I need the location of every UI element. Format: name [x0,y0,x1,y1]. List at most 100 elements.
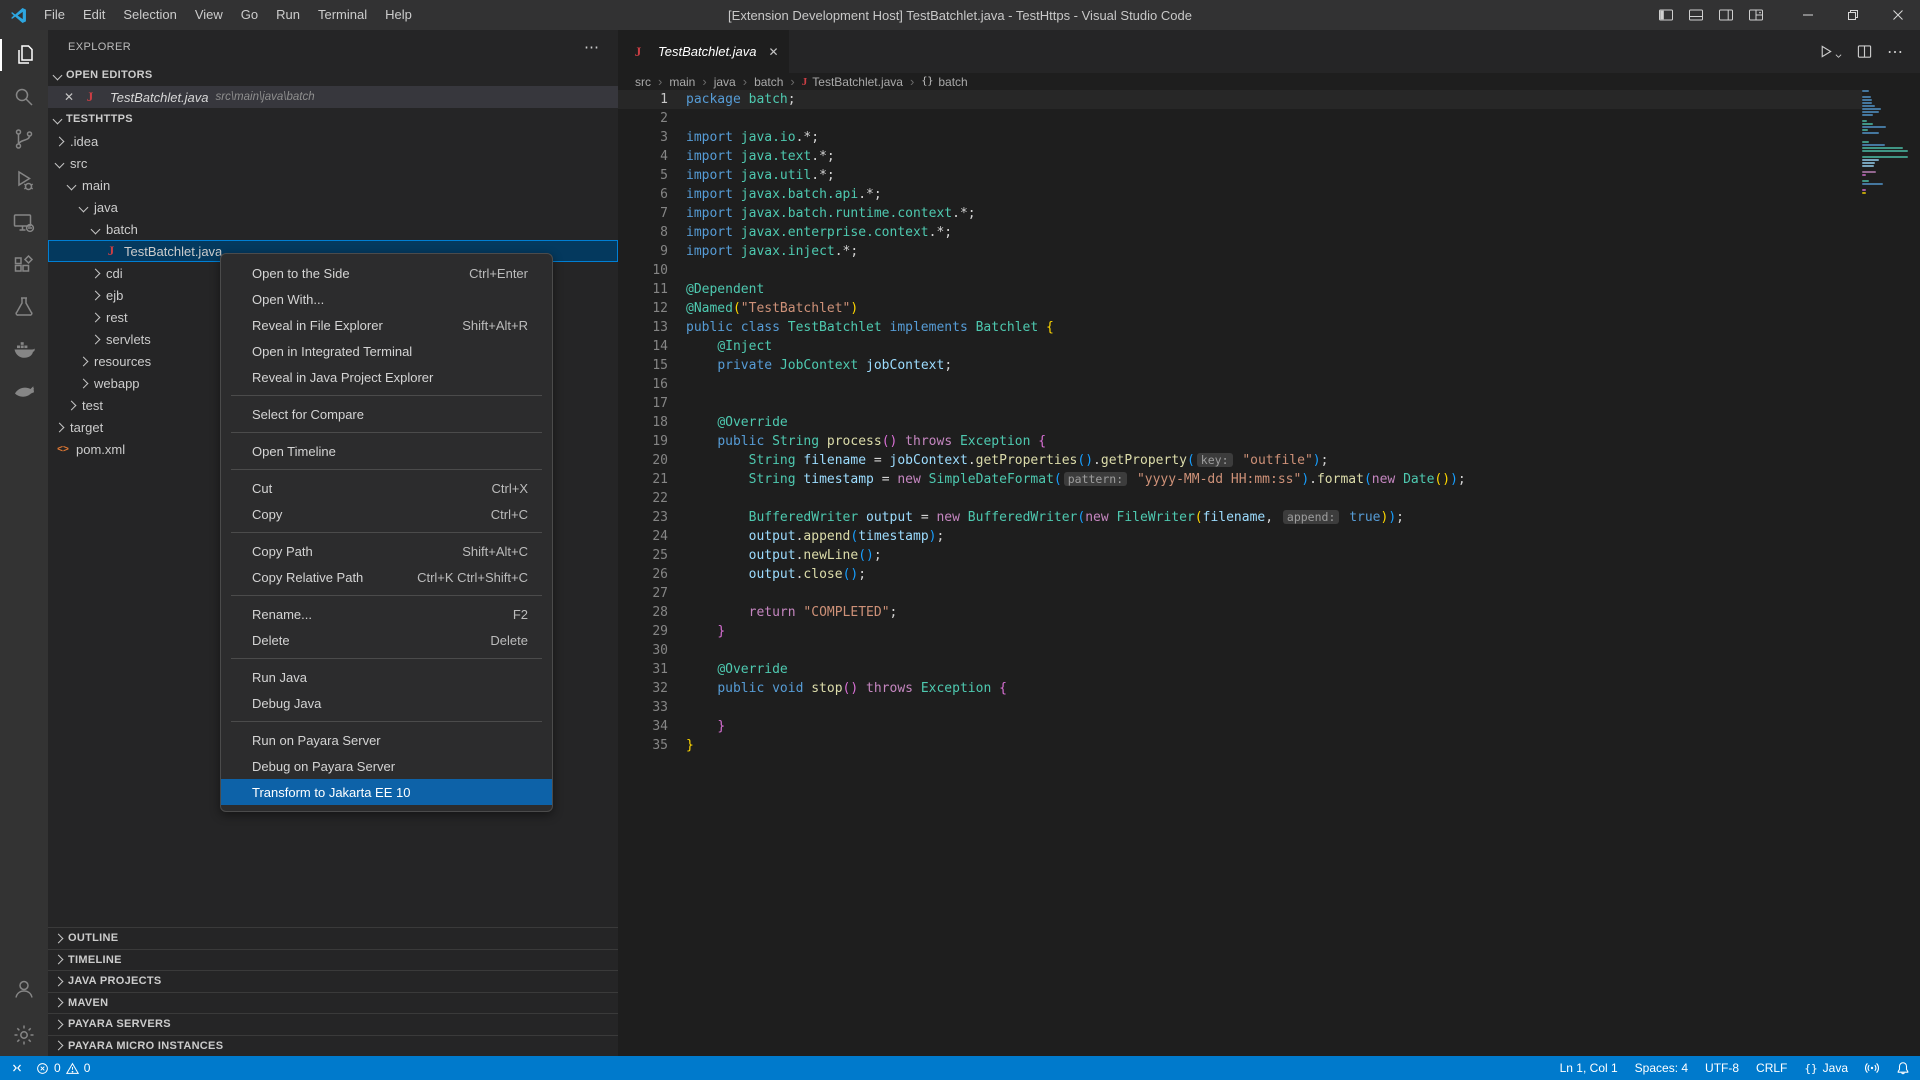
split-editor-icon[interactable] [1857,44,1872,59]
status-broadcast[interactable] [1865,1061,1879,1075]
chevron-right-icon [91,334,101,344]
settings-icon[interactable] [0,1014,48,1056]
java-file-icon: J [631,44,645,60]
context-menu-item-cut[interactable]: CutCtrl+X [221,475,552,501]
close-tab-icon[interactable]: ✕ [769,45,779,59]
breadcrumb-item[interactable]: src [635,75,651,89]
menu-terminal[interactable]: Terminal [309,0,376,30]
close-editor-icon[interactable]: ✕ [62,90,76,104]
breadcrumb-item[interactable]: {}batch [921,75,967,89]
toggle-secondary-sidebar-icon[interactable] [1714,0,1738,30]
context-menu-item-copy-path[interactable]: Copy PathShift+Alt+C [221,538,552,564]
section-timeline[interactable]: TIMELINE [48,949,618,971]
remote-explorer-icon[interactable] [0,202,48,244]
context-menu-item-select-for-compare[interactable]: Select for Compare [221,401,552,427]
menu-run[interactable]: Run [267,0,309,30]
remote-indicator-icon[interactable] [10,1061,24,1075]
context-menu-item-run-on-payara-server[interactable]: Run on Payara Server [221,727,552,753]
more-actions-icon[interactable]: ⋯ [1887,42,1904,62]
context-menu-item-copy-relative-path[interactable]: Copy Relative PathCtrl+K Ctrl+Shift+C [221,564,552,590]
minimap[interactable] [1862,90,1908,195]
accounts-icon[interactable] [0,968,48,1010]
section-java-projects[interactable]: JAVA PROJECTS [48,970,618,992]
context-menu-item-open-timeline[interactable]: Open Timeline [221,438,552,464]
chevron-right-icon [54,933,64,943]
run-button[interactable] [1818,44,1842,59]
menu-item-label: Debug Java [252,696,321,711]
status-label: Java [1823,1061,1848,1075]
status-eol[interactable]: CRLF [1756,1061,1787,1075]
context-menu-item-run-java[interactable]: Run Java [221,664,552,690]
restore-button[interactable] [1830,0,1875,30]
status-language[interactable]: {}Java [1804,1061,1848,1075]
docker-icon[interactable] [0,328,48,370]
payara-icon[interactable] [0,370,48,412]
tree-item-.idea[interactable]: .idea [48,130,618,152]
code-text [668,489,686,508]
code-text: @Dependent [668,280,764,299]
context-menu-item-open-in-integrated-terminal[interactable]: Open in Integrated Terminal [221,338,552,364]
open-editor-item[interactable]: ✕ J TestBatchlet.java src\main\java\batc… [48,86,618,108]
status-notifications[interactable] [1896,1061,1910,1075]
context-menu-item-transform-to-jakarta-ee-10[interactable]: Transform to Jakarta EE 10 [221,779,552,805]
breadcrumb-item[interactable]: main [669,75,695,89]
section-outline[interactable]: OUTLINE [48,927,618,949]
context-menu-item-copy[interactable]: CopyCtrl+C [221,501,552,527]
tree-item-java[interactable]: java [48,196,618,218]
problems-indicator[interactable]: 0 0 [36,1061,90,1075]
status-encoding[interactable]: UTF-8 [1705,1061,1739,1075]
project-root-header[interactable]: TESTHTTPS [48,108,618,130]
context-menu-item-reveal-in-java-project-explorer[interactable]: Reveal in Java Project Explorer [221,364,552,390]
tree-item-batch[interactable]: batch [48,218,618,240]
line-number: 7 [618,204,668,223]
menu-selection[interactable]: Selection [114,0,185,30]
menu-edit[interactable]: Edit [74,0,114,30]
tab-testbatchlet[interactable]: J TestBatchlet.java ✕ [618,30,789,73]
context-menu-item-open-to-the-side[interactable]: Open to the SideCtrl+Enter [221,260,552,286]
code-text: @Override [668,413,788,432]
status-line-col[interactable]: Ln 1, Col 1 [1560,1061,1618,1075]
toggle-sidebar-icon[interactable] [1654,0,1678,30]
tree-item-label: resources [94,354,151,369]
menu-separator [231,658,542,659]
menu-item-label: Open in Integrated Terminal [252,344,412,359]
menu-file[interactable]: File [35,0,74,30]
close-window-button[interactable] [1875,0,1920,30]
breadcrumb-item[interactable]: java [714,75,736,89]
section-maven[interactable]: MAVEN [48,992,618,1014]
line-number: 31 [618,660,668,679]
testing-icon[interactable] [0,286,48,328]
source-control-icon[interactable] [0,118,48,160]
line-number: 16 [618,375,668,394]
minimize-button[interactable] [1785,0,1830,30]
menu-bar: FileEditSelectionViewGoRunTerminalHelp [35,0,421,30]
tree-item-main[interactable]: main [48,174,618,196]
code-text: package batch; [668,90,796,109]
files-icon[interactable] [0,34,48,76]
open-editors-header[interactable]: OPEN EDITORS [48,64,618,86]
breadcrumb-item[interactable]: batch [754,75,783,89]
context-menu-item-debug-on-payara-server[interactable]: Debug on Payara Server [221,753,552,779]
search-icon[interactable] [0,76,48,118]
explorer-more-actions-icon[interactable]: ⋯ [584,38,600,56]
extensions-icon[interactable] [0,244,48,286]
code-text: output.append(timestamp); [668,527,944,546]
code-line-6: 6import javax.batch.api.*; [618,185,1862,204]
run-debug-icon[interactable] [0,160,48,202]
menu-go[interactable]: Go [232,0,267,30]
context-menu-item-rename[interactable]: Rename...F2 [221,601,552,627]
code-editor[interactable]: 1package batch;23import java.io.*;4impor… [618,90,1862,1056]
context-menu-item-open-with[interactable]: Open With... [221,286,552,312]
menu-help[interactable]: Help [376,0,421,30]
customize-layout-icon[interactable] [1744,0,1768,30]
toggle-panel-icon[interactable] [1684,0,1708,30]
context-menu-item-debug-java[interactable]: Debug Java [221,690,552,716]
menu-view[interactable]: View [186,0,232,30]
breadcrumb-item[interactable]: JTestBatchlet.java [802,75,903,89]
section-payara-micro-instances[interactable]: PAYARA MICRO INSTANCES [48,1035,618,1057]
section-payara-servers[interactable]: PAYARA SERVERS [48,1013,618,1035]
tree-item-src[interactable]: src [48,152,618,174]
context-menu-item-reveal-in-file-explorer[interactable]: Reveal in File ExplorerShift+Alt+R [221,312,552,338]
status-indentation[interactable]: Spaces: 4 [1635,1061,1688,1075]
context-menu-item-delete[interactable]: DeleteDelete [221,627,552,653]
